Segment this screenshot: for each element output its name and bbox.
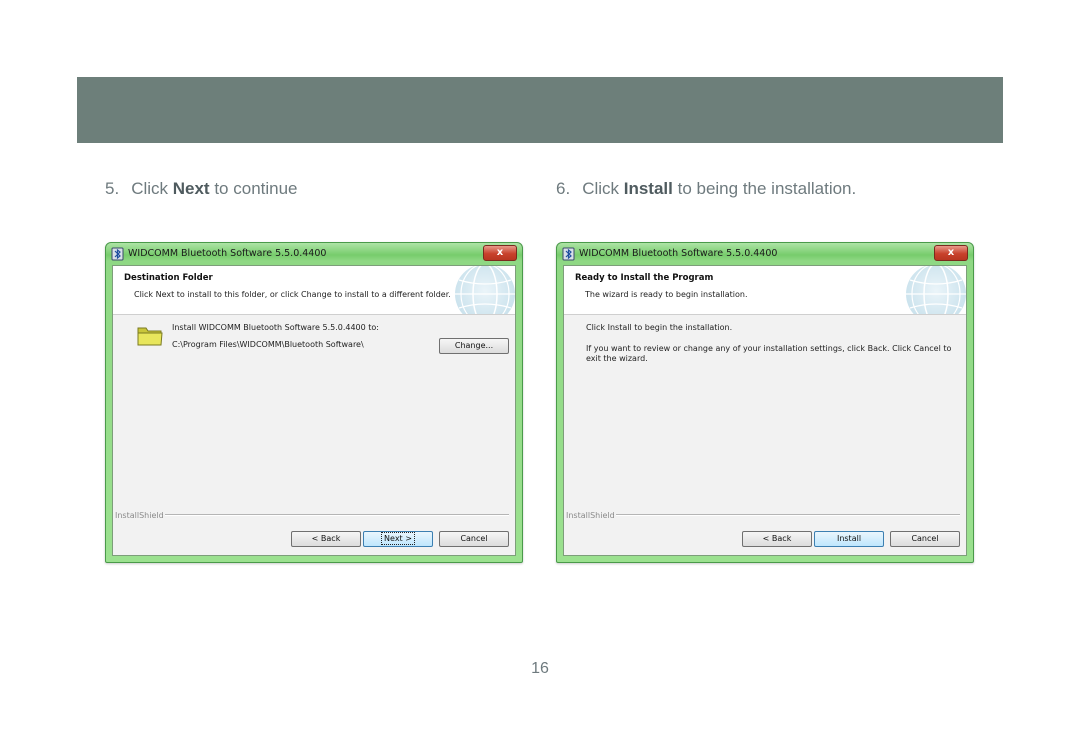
installshield-label: InstallShield (566, 511, 615, 520)
ready-to-install-dialog: WIDCOMM Bluetooth Software 5.5.0.4400 x … (556, 242, 974, 563)
folder-icon (137, 327, 163, 346)
instruction-line-2: If you want to review or change any of y… (586, 344, 952, 353)
app-icon (111, 247, 124, 261)
install-button[interactable]: Install (814, 531, 884, 547)
installshield-label: InstallShield (115, 511, 164, 520)
globe-icon (455, 266, 515, 314)
step-5-instruction: 5. Click Next to continue (105, 179, 298, 198)
header-subtitle: Click Next to install to this folder, or… (134, 290, 451, 299)
back-button[interactable]: < Back (742, 531, 812, 547)
dialog-client-area: Destination Folder Click Next to install… (112, 265, 516, 556)
app-icon (562, 247, 575, 261)
next-button-label: Next > (381, 532, 415, 545)
step-6-pre: Click (582, 179, 624, 198)
installshield-divider (165, 514, 509, 516)
header-title: Destination Folder (124, 273, 213, 283)
instruction-line-3: exit the wizard. (586, 354, 648, 363)
step-6-bold: Install (623, 179, 673, 198)
step-6-post: to being the installation. (672, 179, 857, 198)
window-title: WIDCOMM Bluetooth Software 5.5.0.4400 (128, 248, 327, 259)
header-subtitle: The wizard is ready to begin installatio… (585, 290, 748, 299)
step-5-bold: Next (172, 179, 210, 198)
close-icon[interactable]: x (934, 245, 968, 261)
dialog-header: Ready to Install the Program The wizard … (564, 266, 966, 315)
page-number: 16 (531, 660, 549, 677)
back-button[interactable]: < Back (291, 531, 361, 547)
cancel-button[interactable]: Cancel (439, 531, 509, 547)
change-button[interactable]: Change... (439, 338, 509, 354)
header-title: Ready to Install the Program (575, 273, 714, 283)
globe-icon (906, 266, 966, 314)
installshield-divider (616, 514, 960, 516)
title-bar[interactable]: WIDCOMM Bluetooth Software 5.5.0.4400 x (557, 243, 973, 265)
step-5-post: to continue (209, 179, 298, 198)
title-bar[interactable]: WIDCOMM Bluetooth Software 5.5.0.4400 x (106, 243, 522, 265)
header-banner (77, 77, 1003, 143)
close-icon[interactable]: x (483, 245, 517, 261)
window-title: WIDCOMM Bluetooth Software 5.5.0.4400 (579, 248, 778, 259)
instruction-line-1: Click Install to begin the installation. (586, 323, 733, 332)
install-path: C:\Program Files\WIDCOMM\Bluetooth Softw… (172, 340, 364, 349)
destination-folder-dialog: WIDCOMM Bluetooth Software 5.5.0.4400 x … (105, 242, 523, 563)
step-5-pre: Click (131, 179, 173, 198)
install-destination-label: Install WIDCOMM Bluetooth Software 5.5.0… (172, 323, 379, 332)
cancel-button[interactable]: Cancel (890, 531, 960, 547)
dialog-header: Destination Folder Click Next to install… (113, 266, 515, 315)
next-button[interactable]: Next > (363, 531, 433, 547)
dialog-client-area: Ready to Install the Program The wizard … (563, 265, 967, 556)
step-6-instruction: 6. Click Install to being the installatio… (556, 179, 857, 198)
